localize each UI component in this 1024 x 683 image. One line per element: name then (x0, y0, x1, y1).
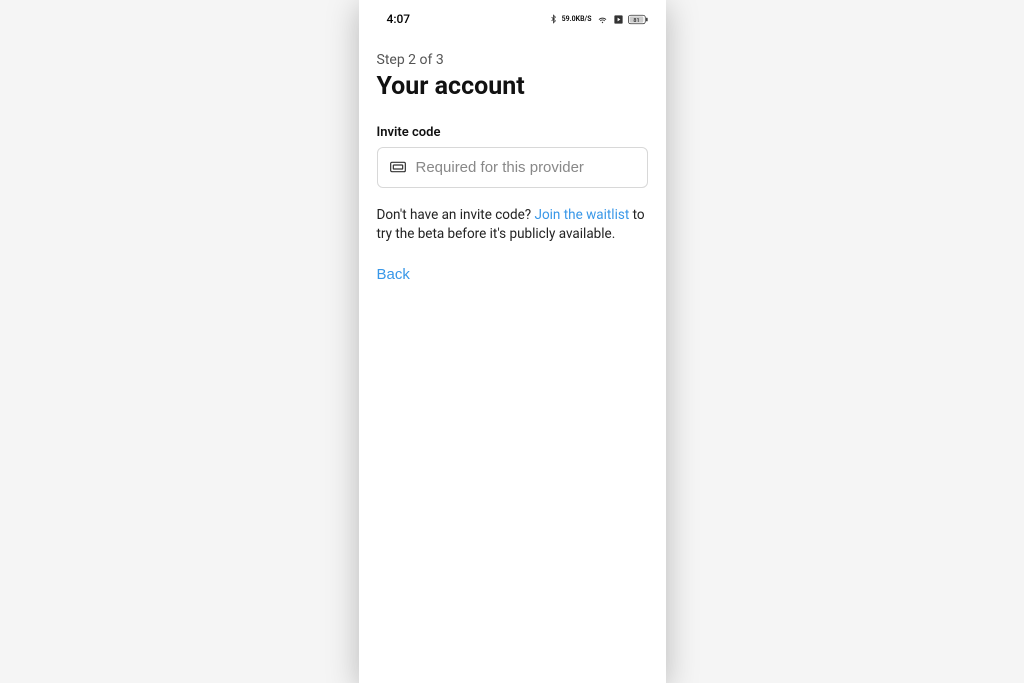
back-button[interactable]: Back (377, 266, 410, 283)
step-indicator: Step 2 of 3 (377, 52, 648, 68)
invite-code-input-wrap[interactable] (377, 147, 648, 188)
battery-icon: 81 (628, 14, 648, 25)
content-area: Step 2 of 3 Your account Invite code Don… (359, 32, 666, 283)
helper-text: Don't have an invite code? Join the wait… (377, 206, 648, 244)
invite-code-label: Invite code (377, 125, 648, 140)
bluetooth-icon (549, 13, 558, 25)
ticket-icon (390, 158, 406, 177)
phone-screen: 4:07 59.0KB/S (359, 0, 666, 683)
join-waitlist-link[interactable]: Join the waitlist (535, 207, 630, 223)
invite-code-input[interactable] (416, 159, 635, 176)
helper-prefix: Don't have an invite code? (377, 207, 535, 223)
status-icons: 59.0KB/S 81 (549, 13, 648, 25)
status-time: 4:07 (387, 12, 411, 26)
network-speed-icon: 59.0KB/S (562, 16, 592, 23)
square-icon (613, 14, 624, 25)
page-title: Your account (377, 72, 648, 101)
svg-text:81: 81 (633, 17, 639, 23)
status-bar: 4:07 59.0KB/S (359, 0, 666, 32)
wifi-icon (596, 14, 609, 25)
